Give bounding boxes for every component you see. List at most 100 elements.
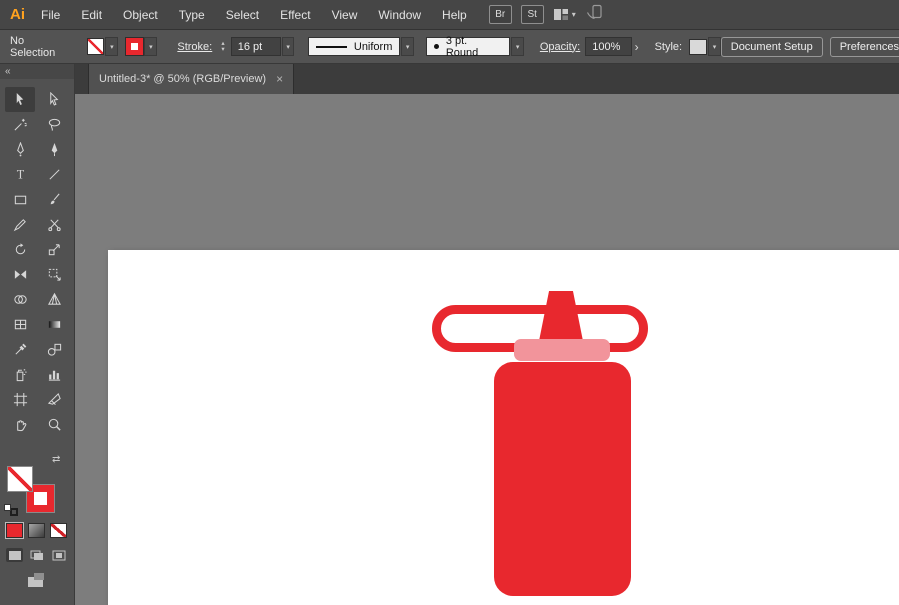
illustrator-app: Ai File Edit Object Type Select Effect View Win… [0, 0, 899, 605]
workspace-switcher[interactable]: ▾ [553, 7, 576, 22]
default-fill-stroke-icon[interactable] [4, 504, 19, 517]
fill-dropdown-button[interactable]: ▾ [105, 37, 118, 56]
none-button[interactable] [50, 523, 67, 538]
shape-builder-tool[interactable] [5, 287, 35, 312]
screen-mode-button[interactable] [24, 571, 50, 589]
swap-fill-stroke-icon[interactable]: ⇄ [52, 454, 60, 465]
menu-view[interactable]: View [332, 8, 358, 22]
draw-normal-button[interactable] [6, 548, 23, 562]
document-tab-bar: Untitled-3* @ 50% (RGB/Preview) × [75, 64, 899, 94]
paintbrush-tool[interactable] [39, 187, 69, 212]
symbol-sprayer-tool[interactable] [5, 362, 35, 387]
rectangle-tool[interactable] [5, 187, 35, 212]
pencil-tool[interactable] [5, 212, 35, 237]
curvature-tool[interactable] [5, 137, 35, 162]
width-tool[interactable] [5, 262, 35, 287]
type-tool[interactable]: T [5, 162, 35, 187]
bottle-cap-band-shape[interactable] [514, 339, 610, 361]
workspace-layout-icon [553, 7, 569, 22]
preferences-button[interactable]: Preferences [830, 37, 899, 57]
rotate-tool[interactable] [5, 237, 35, 262]
magic-wand-tool[interactable] [5, 112, 35, 137]
draw-behind-button[interactable] [28, 548, 45, 562]
menu-edit[interactable]: Edit [81, 8, 102, 22]
stroke-color-control: ▾ [126, 37, 157, 56]
width-profile-field[interactable]: Uniform [308, 37, 400, 56]
svg-text:T: T [16, 168, 24, 182]
quick-buttons: Br St ▾ [489, 4, 604, 25]
control-bar: No Selection ▾ ▾ Stroke: ▴ ▾ 16 pt ▾ Uni… [0, 30, 899, 64]
zoom-tool[interactable] [39, 412, 69, 437]
round-brush-dot-icon [434, 44, 439, 49]
stroke-weight-field[interactable]: 16 pt [231, 37, 281, 56]
default-fill-chip [4, 504, 11, 511]
stock-button[interactable]: St [521, 5, 544, 24]
hand-tool[interactable] [5, 412, 35, 437]
opacity-label[interactable]: Opacity: [540, 41, 580, 53]
brush-field[interactable]: 3 pt. Round [426, 37, 511, 56]
document-tab[interactable]: Untitled-3* @ 50% (RGB/Preview) × [88, 64, 294, 94]
perspective-grid-tool[interactable] [39, 287, 69, 312]
fill-swatch-none[interactable] [87, 38, 104, 55]
chevron-down-icon: ▾ [572, 10, 576, 19]
scissors-tool[interactable] [39, 212, 69, 237]
width-profile-dropdown-button[interactable]: ▾ [401, 37, 413, 56]
gradient-button[interactable] [28, 523, 45, 538]
stroke-swatch-red[interactable] [126, 38, 143, 55]
menu-help[interactable]: Help [442, 8, 467, 22]
menu-file[interactable]: File [41, 8, 60, 22]
stroke-weight-dropdown-button[interactable]: ▾ [282, 37, 294, 56]
menu-effect[interactable]: Effect [280, 8, 310, 22]
menu-object[interactable]: Object [123, 8, 158, 22]
tab-close-icon[interactable]: × [276, 72, 283, 86]
brush-dropdown-button[interactable]: ▾ [511, 37, 523, 56]
tool-grid: T [0, 79, 74, 437]
lasso-tool[interactable] [39, 112, 69, 137]
menu-type[interactable]: Type [179, 8, 205, 22]
style-label: Style: [655, 41, 683, 53]
line-segment-tool[interactable] [39, 162, 69, 187]
default-stroke-chip [10, 508, 18, 516]
stroke-weight-label: Stroke: [177, 41, 212, 53]
blend-tool[interactable] [39, 337, 69, 362]
pen-tool[interactable] [39, 137, 69, 162]
column-graph-tool[interactable] [39, 362, 69, 387]
opacity-field[interactable]: 100% [585, 37, 631, 56]
bridge-button[interactable]: Br [489, 5, 512, 24]
gradient-tool[interactable] [39, 312, 69, 337]
style-dropdown-button[interactable]: ▾ [708, 37, 720, 56]
slice-tool[interactable] [39, 387, 69, 412]
width-profile-value: Uniform [354, 41, 393, 53]
selection-status: No Selection [10, 35, 69, 59]
canvas-area[interactable] [76, 94, 899, 605]
color-button[interactable] [6, 523, 23, 538]
menu-window[interactable]: Window [378, 8, 421, 22]
collapse-panel-icon[interactable]: « [5, 66, 11, 77]
style-swatch[interactable] [689, 39, 707, 55]
menu-bar: Ai File Edit Object Type Select Effect View Win… [0, 0, 899, 30]
fill-proxy-none[interactable] [7, 466, 33, 492]
menu-select[interactable]: Select [226, 8, 259, 22]
scale-tool[interactable] [39, 237, 69, 262]
menu-list: File Edit Object Type Select Effect View Window… [41, 8, 467, 22]
stepper-down-icon[interactable]: ▾ [218, 47, 228, 53]
eyedropper-tool[interactable] [5, 337, 35, 362]
artboard[interactable] [108, 250, 899, 605]
document-tab-title: Untitled-3* @ 50% (RGB/Preview) [99, 73, 266, 85]
direct-selection-tool[interactable] [39, 87, 69, 112]
uniform-line-icon [316, 46, 346, 48]
panel-collapse-header[interactable]: « [0, 64, 74, 79]
device-preview-icon[interactable] [585, 4, 604, 25]
mesh-tool[interactable] [5, 312, 35, 337]
draw-inside-button[interactable] [50, 548, 67, 562]
artboard-tool[interactable] [5, 387, 35, 412]
bottle-body-shape[interactable] [494, 362, 631, 596]
document-setup-button[interactable]: Document Setup [721, 37, 823, 57]
free-transform-tool[interactable] [39, 262, 69, 287]
opacity-submenu-icon[interactable]: › [635, 40, 639, 54]
brush-value: 3 pt. Round [446, 35, 503, 59]
stroke-dropdown-button[interactable]: ▾ [144, 37, 157, 56]
stroke-weight-stepper[interactable]: ▴ ▾ [218, 41, 228, 53]
selection-tool[interactable] [5, 87, 35, 112]
app-logo-icon[interactable]: Ai [10, 6, 25, 23]
